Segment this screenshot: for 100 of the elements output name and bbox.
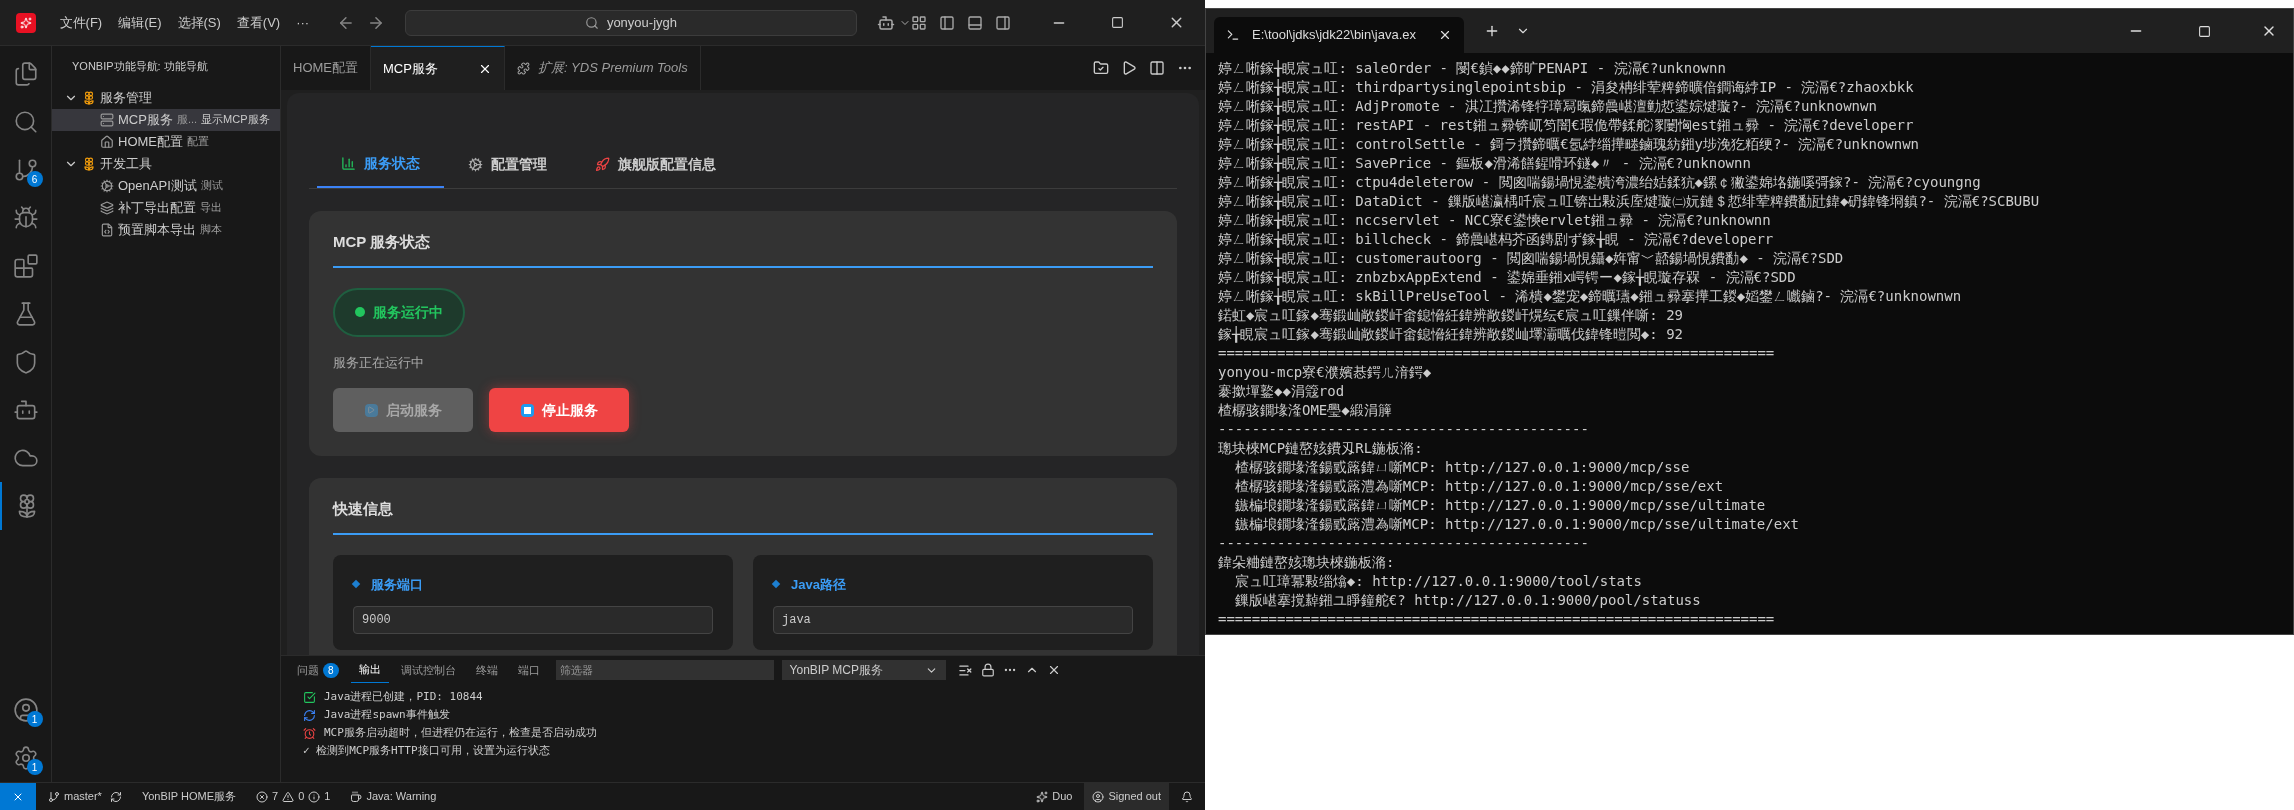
- menu-item[interactable]: 编辑(E): [110, 8, 170, 37]
- tree-item[interactable]: 预置脚本导出 脚本: [52, 218, 280, 241]
- stop-icon: [520, 403, 534, 417]
- tree-item[interactable]: 补丁导出配置 导出: [52, 196, 280, 219]
- tree-item[interactable]: HOME配置 配置: [52, 130, 280, 153]
- tree-group[interactable]: 服务管理: [52, 86, 280, 109]
- maximize-icon[interactable]: [1111, 16, 1124, 29]
- console-line: 婷ㄥ唽鎵╁睍宸ュ叿: restAPI - rest鎺ュ彛锛屼笉闇€瑕佹帶鍒舵潈闄恟est鎺ュ彛 - 浣滆€?developerr: [1218, 116, 1914, 135]
- console-line: 婷ㄥ唽鎵╁睍宸ュ叿: SavePrice - 鏂板◆滑浠饍鍟嗗环鐩◆〃 - 浣滆€?unknownn: [1218, 154, 1751, 173]
- panel-tab[interactable]: 调试控制台: [392, 657, 464, 683]
- extension-icon: [516, 61, 530, 75]
- card-title: 快速信息: [333, 498, 1153, 535]
- check-icon: [303, 690, 316, 704]
- error-count[interactable]: 7: [272, 788, 279, 805]
- item-description: 导出: [200, 200, 222, 216]
- flower-icon: [82, 156, 96, 171]
- console-line: 婷ㄥ唽鎵╁睍宸ュ叿: thirdpartysinglepointsbip - 涓夋柟绯荤粺鍗曠偣鐧诲綍IP - 浣滆€?zhaoxbkk: [1218, 78, 1914, 97]
- console-line: 鏁版嵁搴撹繛鎺ユ睜鐘舵€? http://127.0.0.1:9000/pool/statuss: [1233, 591, 1701, 610]
- info-label: 服务端口: [371, 575, 423, 594]
- editor-tab[interactable]: MCP服务: [371, 46, 505, 90]
- app-logo-icon: [15, 12, 36, 33]
- tree-group[interactable]: 开发工具: [52, 152, 280, 175]
- card-title: MCP 服务状态: [333, 231, 1153, 268]
- menu-item[interactable]: 查看(V): [228, 8, 289, 37]
- search-icon: [584, 15, 599, 30]
- split-editor-icon[interactable]: [1149, 60, 1165, 76]
- toggle-panel-icon[interactable]: [967, 14, 983, 31]
- panel-tab[interactable]: 端口: [509, 657, 548, 683]
- console-line: 婷ㄥ唽鎵╁睍宸ュ叿: controlSettle - 鎶ラ攢鍗曞€氬綍缁撶畻鏀瑰紡鎺у埗浼犵粨绠?- 浣滆€?unknownwn: [1218, 135, 1919, 154]
- new-tab-icon[interactable]: [1484, 23, 1500, 39]
- maximize-icon[interactable]: [2198, 24, 2211, 38]
- extensions-icon[interactable]: [12, 253, 39, 279]
- console-line: 鏃楄埌鐗堟湰鍚戜簬鍏ㄩ噺MCP: http://127.0.0.1:9000/mcp/sse/ultimate: [1233, 496, 1766, 515]
- branch-item[interactable]: master*: [48, 788, 102, 805]
- item-icon: [100, 222, 114, 237]
- toggle-secondary-sidebar-icon[interactable]: [995, 14, 1011, 31]
- warning-count[interactable]: 0: [298, 788, 305, 805]
- panel-tab[interactable]: 输出: [350, 657, 389, 683]
- account-item[interactable]: Signed out: [1084, 783, 1169, 810]
- group-label: 服务管理: [100, 88, 152, 107]
- item-description: 测试: [200, 178, 223, 194]
- channel-dropdown[interactable]: YonBIP MCP服务: [781, 660, 946, 680]
- explorer-icon[interactable]: [12, 61, 39, 87]
- console-line: 璁块棶MCP鏈嶅姟鐨刄RL鍦板潃:: [1218, 439, 1423, 458]
- sidebar-title: YONBIP功能导航: 功能导航: [71, 59, 209, 74]
- error-icon[interactable]: [256, 790, 269, 803]
- info-label: Java路径: [791, 575, 846, 594]
- menu-item[interactable]: 文件(F): [51, 8, 111, 37]
- alarm-icon: [303, 726, 316, 740]
- stop-button[interactable]: 停止服务: [489, 388, 629, 432]
- run-debug-icon[interactable]: [12, 205, 39, 231]
- console-line: --------------------------------------------: [1218, 534, 1589, 553]
- toggle-sidebar-icon[interactable]: [939, 14, 955, 31]
- java-status-item[interactable]: Java: Warning: [350, 788, 437, 805]
- page-tab[interactable]: 旗舰版配置信息: [571, 141, 740, 188]
- workspace-item[interactable]: YonBIP HOME服务: [141, 788, 237, 805]
- info-value-field[interactable]: 9000: [353, 606, 713, 634]
- item-label: HOME配置: [118, 132, 183, 151]
- tree-item[interactable]: MCP服务 服... 显示MCP服务: [52, 108, 280, 131]
- clear-output-icon[interactable]: [957, 662, 973, 678]
- console-line: 婷ㄥ唽鎵╁睍宸ュ叿: AdjPromote - 淇冮攢浠锋牸璋冩暣鍗曟嵁澶勭悊鍙婃煡璇?- 浣滆€?unknownwn: [1218, 97, 1877, 116]
- filter-field[interactable]: 筛选器: [555, 660, 774, 680]
- console-line: 婷ㄥ唽鎵╁睍宸ュ叿: DataDict - 鏁版嵁瀛楀吀宸ュ叿锛岀敤浜庢煡璇㈡妧鏈＄悊绯荤粺鐨勫瓧鍏◆砃鍏锋埛鎮?- 浣滆€?SCBUBU: [1218, 192, 2040, 211]
- console-line: 婷ㄥ唽鎵╁睍宸ュ叿: skBillPreUseTool - 浠樻◆鐢宠◆鍗曞瓙◆鎺ュ彛搴撶工鍐◆嫍鐢ㄥ嚱鏀?- 浣滆€?unknownwn: [1218, 287, 1962, 306]
- console-tab[interactable]: E:\tool\jdks\jdk22\bin\java.ex: [1214, 17, 1464, 53]
- count-badge: 8: [323, 662, 339, 678]
- duo-item[interactable]: Duo: [1036, 788, 1073, 805]
- menu-item[interactable]: ···: [288, 8, 318, 37]
- lock-icon[interactable]: [980, 663, 995, 677]
- item-label: 预置脚本导出: [118, 220, 196, 239]
- branch-icon: [48, 790, 60, 803]
- layout-icon[interactable]: [911, 14, 927, 31]
- console-line: 楂樼骇鐗堟湰鍚戜簬鍏ㄩ噺MCP: http://127.0.0.1:9000/mcp/sse: [1233, 458, 1690, 477]
- console-line: yonyou-mcp寮€濮嬪惎鍔ㄦ湇鍔◆: [1218, 363, 1432, 382]
- notifications-icon[interactable]: [1181, 790, 1193, 803]
- console-line: 鎵╁睍宸ュ叿鎵◆骞鍛屾敞鍐屽畬鎴愶紝鍏辨敞鍐屾墿灞曞伐鍏锋暟閲◆: 92: [1218, 325, 1683, 344]
- console-line: 婷ㄥ唽鎵╁睍宸ュ叿: ctpu4deleterow - 閲囪喘鍚堝悓鍙樻洿濃绐姞鍒犺◆鏍￠獙鍙婂垎鍦嗘彁鎵?- 浣滆€?cyoungng: [1218, 173, 1981, 192]
- output-line: Java进程spawn事件触发: [324, 707, 450, 723]
- run-icon[interactable]: [1121, 60, 1137, 76]
- sync-icon[interactable]: [109, 790, 122, 803]
- item-label: MCP服务: [118, 110, 173, 129]
- panel-tab[interactable]: 问题 8: [289, 657, 347, 683]
- close-tab-icon[interactable]: [1438, 28, 1452, 42]
- tree-item[interactable]: OpenAPI测试 测试: [52, 174, 280, 197]
- info-count[interactable]: 1: [324, 788, 331, 805]
- output-line: ✓ 检测到MCP服务HTTP接口可用，设置为运行状态: [303, 743, 550, 759]
- play-icon: [364, 403, 378, 417]
- info-value-field[interactable]: java: [773, 606, 1133, 634]
- info-icon[interactable]: [308, 790, 321, 803]
- command-center-search[interactable]: yonyou-jygh: [404, 9, 857, 36]
- warning-icon[interactable]: [282, 790, 295, 803]
- page-tab[interactable]: 服务状态: [317, 141, 444, 188]
- console-line: 褰撳墠鐜◆◆涓簆rod: [1218, 382, 1345, 401]
- console-line: 婷ㄥ唽鎵╁睍宸ュ叿: billcheck - 鍗曟嵁杩芥函鏄剧ず鎵╁睍 - 浣滆€?developerr: [1218, 230, 1774, 249]
- folder-icon[interactable]: [1093, 60, 1109, 76]
- panel-tab[interactable]: 终端: [467, 657, 506, 683]
- item-label: OpenAPI测试: [118, 176, 197, 195]
- item-icon: [100, 112, 114, 127]
- page-tab[interactable]: 配置管理: [444, 141, 571, 188]
- menu-item[interactable]: 选择(S): [169, 8, 229, 37]
